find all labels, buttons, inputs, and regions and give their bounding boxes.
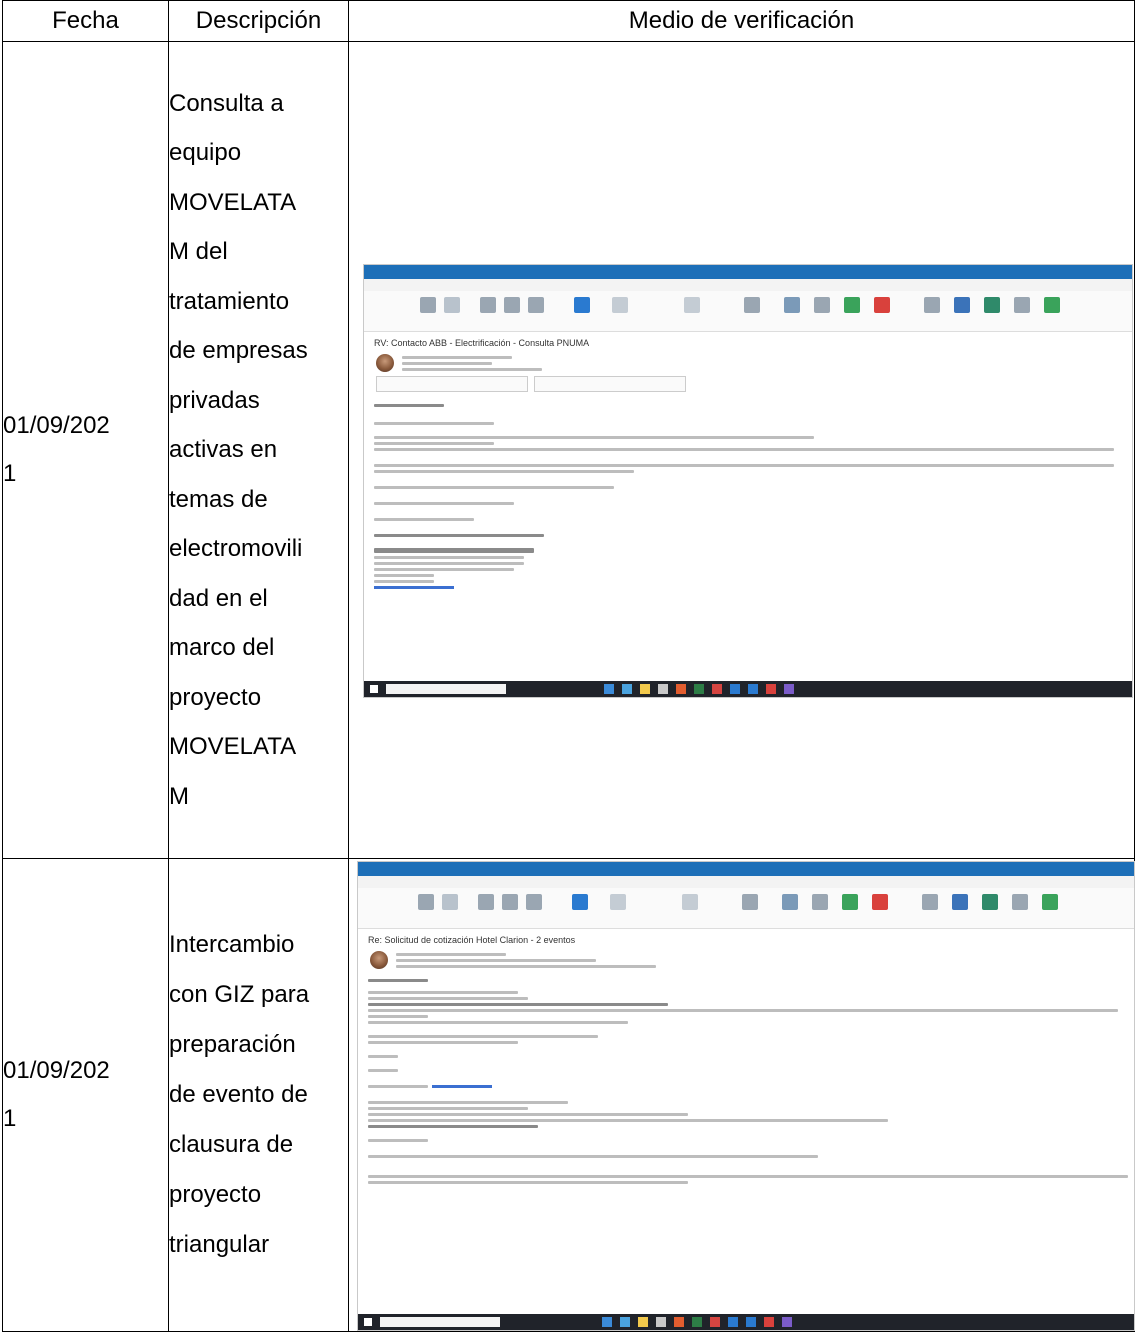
ribbon-tabs	[364, 279, 1132, 291]
description-line: privadas	[169, 386, 260, 414]
avatar	[376, 354, 394, 372]
description-line: M del	[169, 238, 228, 266]
description-line: preparación	[169, 1031, 296, 1058]
description-line: proyecto	[169, 683, 262, 711]
attachment	[534, 376, 686, 392]
outlook-title-bar	[364, 265, 1132, 279]
date-text-line: 01/09/202	[3, 1057, 110, 1084]
email-subject: Re: Solicitud de cotización Hotel Clario…	[368, 935, 576, 945]
description-line: triangular	[169, 1231, 270, 1258]
windows-taskbar	[364, 681, 1132, 697]
avatar	[370, 951, 388, 969]
description-line: marco del	[169, 634, 275, 662]
date-text-line: 01/09/202	[3, 412, 110, 439]
description-line: equipo	[169, 139, 242, 167]
email-subject: RV: Contacto ABB - Electrificación - Con…	[374, 338, 590, 348]
email-body: RV: Contacto ABB - Electrificación - Con…	[364, 332, 1132, 681]
description-line: activas en	[169, 436, 278, 464]
description-line: electromovili	[169, 535, 303, 563]
verification-cell: Re: Solicitud de cotización Hotel Clario…	[348, 858, 1135, 1332]
email-body: Re: Solicitud de cotización Hotel Clario…	[358, 929, 1134, 1314]
table-row: 01/09/202 1 Consulta a equipo MOVELATA M…	[2, 41, 1135, 859]
description-line: temas de	[169, 485, 268, 513]
date-text-line: 1	[3, 460, 17, 487]
header-date: Fecha	[2, 0, 169, 42]
date-cell: 01/09/202 1	[2, 41, 169, 859]
description-line: clausura de	[169, 1131, 294, 1158]
description-cell: Intercambio con GIZ para preparación de …	[168, 858, 349, 1332]
email-screenshot: Re: Solicitud de cotización Hotel Clario…	[357, 861, 1135, 1331]
description-line: MOVELATA	[169, 733, 297, 761]
activity-table: Fecha Descripción Medio de verificación …	[2, 0, 1135, 1332]
description-line: de evento de	[169, 1081, 308, 1108]
taskbar-search-box	[380, 1317, 500, 1327]
description-line: de empresas	[169, 337, 308, 365]
description-cell: Consulta a equipo MOVELATA M del tratami…	[168, 41, 349, 859]
description-line: Intercambio	[169, 931, 295, 958]
windows-taskbar	[358, 1314, 1134, 1330]
email-screenshot: RV: Contacto ABB - Electrificación - Con…	[363, 264, 1133, 698]
date-text-line: 1	[3, 1105, 17, 1132]
description-line: proyecto	[169, 1181, 262, 1208]
description-line: MOVELATA	[169, 188, 297, 216]
description-line: dad en el	[169, 584, 268, 612]
table-row: 01/09/202 1 Intercambio con GIZ para pre…	[2, 858, 1135, 1332]
verification-cell: RV: Contacto ABB - Electrificación - Con…	[348, 41, 1135, 859]
description-line: tratamiento	[169, 287, 290, 315]
outlook-ribbon	[364, 291, 1132, 332]
ribbon-tabs	[358, 876, 1134, 888]
outlook-title-bar	[358, 862, 1134, 876]
windows-start-icon	[370, 685, 378, 693]
windows-start-icon	[364, 1318, 372, 1326]
description-line: Consulta a	[169, 89, 284, 117]
table-header-row: Fecha Descripción Medio de verificación	[2, 0, 1135, 42]
date-cell: 01/09/202 1	[2, 858, 169, 1332]
description-line: M	[169, 782, 189, 810]
attachment	[376, 376, 528, 392]
header-description: Descripción	[168, 0, 349, 42]
taskbar-search-box	[386, 684, 506, 694]
outlook-ribbon	[358, 888, 1134, 929]
header-verification: Medio de verificación	[348, 0, 1135, 42]
description-line: con GIZ para	[169, 981, 310, 1008]
